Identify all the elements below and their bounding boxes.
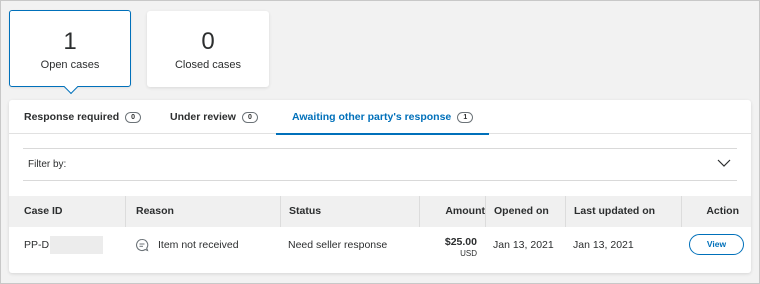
tab-awaiting-other-party[interactable]: Awaiting other party's response 1 bbox=[275, 100, 490, 135]
cases-panel: Response required 0 Under review 0 Awaitin… bbox=[9, 100, 751, 273]
tab-label: Under review bbox=[170, 111, 236, 123]
header-opened-on: Opened on bbox=[485, 196, 565, 227]
filter-bar[interactable]: Filter by: bbox=[23, 148, 737, 181]
open-cases-card[interactable]: 1 Open cases bbox=[9, 10, 131, 95]
header-case-id: Case ID bbox=[24, 205, 63, 217]
closed-cases-count: 0 bbox=[201, 28, 215, 55]
closed-cases-label: Closed cases bbox=[174, 59, 242, 71]
case-id-cell: PP-D bbox=[24, 227, 104, 263]
chat-bubble-icon bbox=[136, 238, 149, 252]
amount-currency: USD bbox=[460, 249, 477, 258]
tab-response-required[interactable]: Response required 0 bbox=[24, 100, 142, 134]
header-status: Status bbox=[280, 196, 420, 227]
table-header: Case ID Reason Status Amount Opened on L… bbox=[9, 196, 751, 227]
header-last-updated: Last updated on bbox=[565, 196, 681, 227]
tab-count-badge: 1 bbox=[457, 112, 474, 123]
header-amount: Amount bbox=[419, 196, 487, 227]
tab-label: Response required bbox=[24, 111, 120, 123]
reason-text: Item not received bbox=[158, 239, 239, 251]
table-row: PP-D Item not received Need seller respo… bbox=[9, 227, 751, 263]
header-action: Action bbox=[681, 196, 751, 227]
closed-cases-card[interactable]: 0 Closed cases bbox=[147, 11, 269, 87]
tab-under-review[interactable]: Under review 0 bbox=[170, 100, 258, 134]
reason-cell: Item not received bbox=[135, 227, 280, 263]
view-button[interactable]: View bbox=[689, 234, 744, 255]
amount-value: $25.00 bbox=[444, 236, 477, 248]
redacted-case-id bbox=[50, 236, 104, 255]
open-cases-label: Open cases bbox=[40, 59, 100, 71]
last-updated-cell: Jan 13, 2021 bbox=[573, 239, 634, 251]
tab-count-badge: 0 bbox=[125, 112, 142, 123]
open-cases-count: 1 bbox=[63, 28, 77, 55]
chevron-down-icon[interactable] bbox=[717, 158, 731, 168]
status-cell: Need seller response bbox=[288, 239, 388, 251]
header-reason: Reason bbox=[125, 196, 281, 227]
opened-on-cell: Jan 13, 2021 bbox=[493, 239, 554, 251]
filter-label: Filter by: bbox=[28, 159, 67, 170]
tab-count-badge: 0 bbox=[241, 112, 258, 123]
tab-label: Awaiting other party's response bbox=[292, 111, 452, 123]
amount-cell: $25.00 USD bbox=[419, 236, 477, 272]
case-tabs: Response required 0 Under review 0 Awaitin… bbox=[9, 100, 751, 135]
case-id-text: PP-D bbox=[24, 239, 50, 251]
